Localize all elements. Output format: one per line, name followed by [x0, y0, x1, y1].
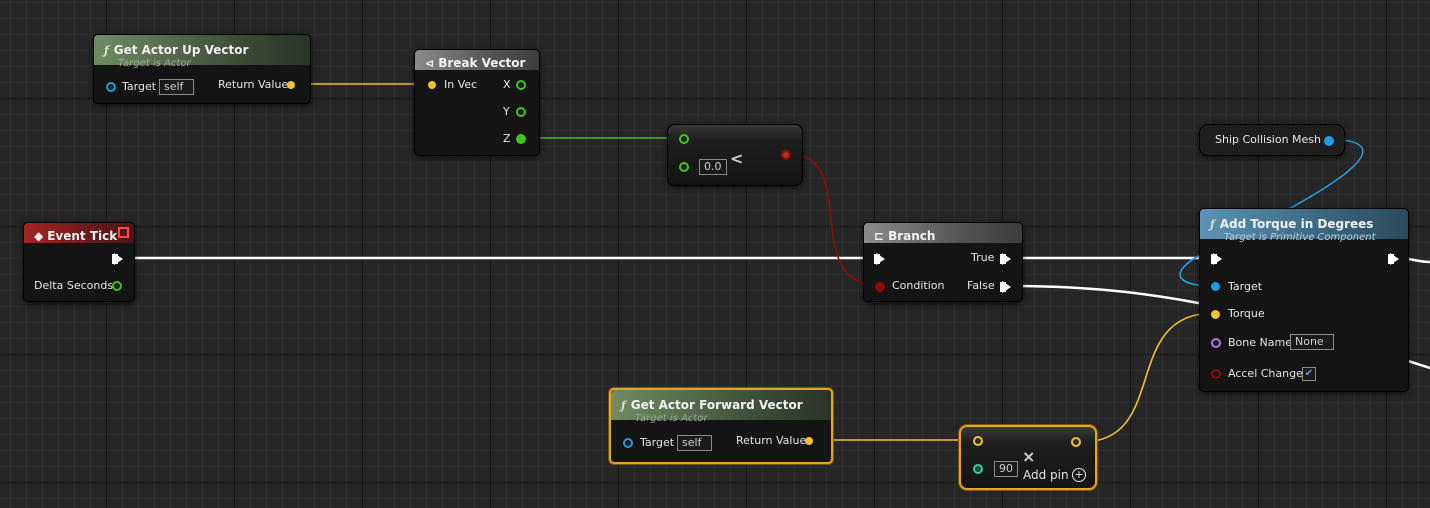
- delta-seconds-pin[interactable]: [112, 281, 122, 291]
- break-icon: ⊲: [425, 57, 435, 70]
- branch-node[interactable]: ⊏ Branch True Condition False: [863, 222, 1023, 302]
- exec-out-pin-body: [1388, 254, 1394, 264]
- ship-collision-mesh-node[interactable]: Ship Collision Mesh: [1199, 124, 1345, 156]
- return-value-pin[interactable]: [805, 437, 813, 445]
- node-title: Get Actor Forward Vector: [630, 398, 803, 412]
- true-label: True: [971, 251, 995, 264]
- event-icon: ◆: [34, 229, 44, 243]
- target-label: Target: [122, 80, 157, 93]
- accel-change-label: Accel Change: [1228, 367, 1303, 380]
- torque-label: Torque: [1228, 307, 1265, 320]
- return-value-pin[interactable]: [287, 81, 295, 89]
- target-pin[interactable]: [1211, 282, 1220, 291]
- false-pin-body: [1000, 282, 1006, 292]
- condition-pin[interactable]: [875, 282, 885, 292]
- false-label: False: [967, 279, 995, 292]
- node-title: Break Vector: [438, 56, 526, 70]
- return-value-label: Return Value: [218, 78, 289, 91]
- node-subtitle: Target is Primitive Component: [1224, 232, 1376, 243]
- event-tick-node[interactable]: ◆ Event Tick Delta Seconds: [23, 222, 135, 302]
- b-value-field[interactable]: 0.0: [699, 159, 727, 175]
- target-value-field[interactable]: self: [677, 435, 712, 451]
- y-label: Y: [503, 105, 510, 118]
- target-label: Target: [640, 436, 675, 449]
- x-label: X: [503, 78, 511, 91]
- node-title: Branch: [888, 229, 936, 243]
- function-icon: ƒ: [621, 399, 626, 412]
- in-vec-label: In Vec: [444, 78, 478, 91]
- target-value-field[interactable]: self: [159, 79, 194, 95]
- target-pin[interactable]: [106, 82, 116, 92]
- node-subtitle: Target is Actor: [118, 58, 191, 69]
- node-header: ◆ Event Tick: [24, 223, 134, 243]
- multiply-node[interactable]: × 90 Add pin +: [959, 425, 1097, 490]
- exec-in-pin-body: [1211, 254, 1217, 264]
- accel-change-pin[interactable]: [1211, 369, 1221, 379]
- a-pin[interactable]: [973, 436, 983, 446]
- y-pin[interactable]: [516, 107, 526, 117]
- true-pin-body: [1000, 254, 1006, 264]
- node-title: Add Torque in Degrees: [1219, 217, 1374, 231]
- x-pin[interactable]: [516, 80, 526, 90]
- function-icon: ƒ: [104, 44, 109, 57]
- bone-name-pin[interactable]: [1211, 338, 1221, 348]
- less-than-node[interactable]: 0.0 <: [667, 124, 803, 186]
- bone-name-label: Bone Name: [1228, 336, 1292, 349]
- target-pin[interactable]: [623, 438, 633, 448]
- result-pin[interactable]: [1071, 437, 1081, 447]
- get-actor-forward-vector-node[interactable]: ƒ Get Actor Forward Vector Target is Acto…: [609, 388, 833, 464]
- node-header: ƒ Get Actor Up Vector Target is Actor: [94, 35, 310, 69]
- exec-in-pin-body: [874, 254, 880, 264]
- delegate-square-icon[interactable]: [118, 227, 129, 238]
- less-than-operator: <: [730, 149, 744, 168]
- accel-change-checkbox[interactable]: ✔: [1302, 367, 1316, 381]
- node-title: Get Actor Up Vector: [113, 43, 249, 57]
- wire-mult-torque: [1081, 312, 1215, 443]
- node-header: ƒ Get Actor Forward Vector Target is Acto…: [611, 390, 831, 424]
- multiply-operator: ×: [1022, 447, 1036, 466]
- function-icon: ƒ: [1210, 218, 1215, 231]
- delta-seconds-label: Delta Seconds: [34, 279, 114, 292]
- condition-label: Condition: [892, 279, 945, 292]
- get-actor-up-vector-node[interactable]: ƒ Get Actor Up Vector Target is Actor Tar…: [93, 34, 311, 104]
- result-pin[interactable]: [781, 150, 791, 160]
- z-pin[interactable]: [516, 134, 526, 144]
- b-pin[interactable]: [973, 464, 983, 474]
- bone-name-field[interactable]: None: [1290, 334, 1334, 350]
- node-header: ⊏ Branch: [864, 223, 1022, 243]
- node-subtitle: Target is Actor: [635, 413, 708, 424]
- b-pin[interactable]: [679, 162, 689, 172]
- return-value-label: Return Value: [736, 434, 807, 447]
- node-title: Event Tick: [47, 229, 118, 243]
- a-pin[interactable]: [679, 134, 689, 144]
- target-label: Target: [1228, 280, 1263, 293]
- ship-collision-mesh-pin[interactable]: [1324, 136, 1334, 146]
- node-header: ⊲ Break Vector: [415, 50, 539, 70]
- node-header: ƒ Add Torque in Degrees Target is Primiti…: [1200, 209, 1408, 243]
- exec-out-pin-body: [112, 254, 118, 264]
- z-label: Z: [503, 132, 511, 145]
- break-vector-node[interactable]: ⊲ Break Vector In Vec X Y Z: [414, 49, 540, 156]
- branch-icon: ⊏: [874, 229, 885, 243]
- in-vec-pin[interactable]: [428, 81, 436, 89]
- ship-collision-mesh-label: Ship Collision Mesh: [1215, 133, 1322, 146]
- add-torque-node[interactable]: ƒ Add Torque in Degrees Target is Primiti…: [1199, 208, 1409, 392]
- add-pin-icon[interactable]: +: [1072, 468, 1086, 482]
- torque-pin[interactable]: [1211, 310, 1220, 319]
- b-value-field[interactable]: 90: [994, 461, 1018, 477]
- add-pin-label[interactable]: Add pin: [1023, 468, 1069, 482]
